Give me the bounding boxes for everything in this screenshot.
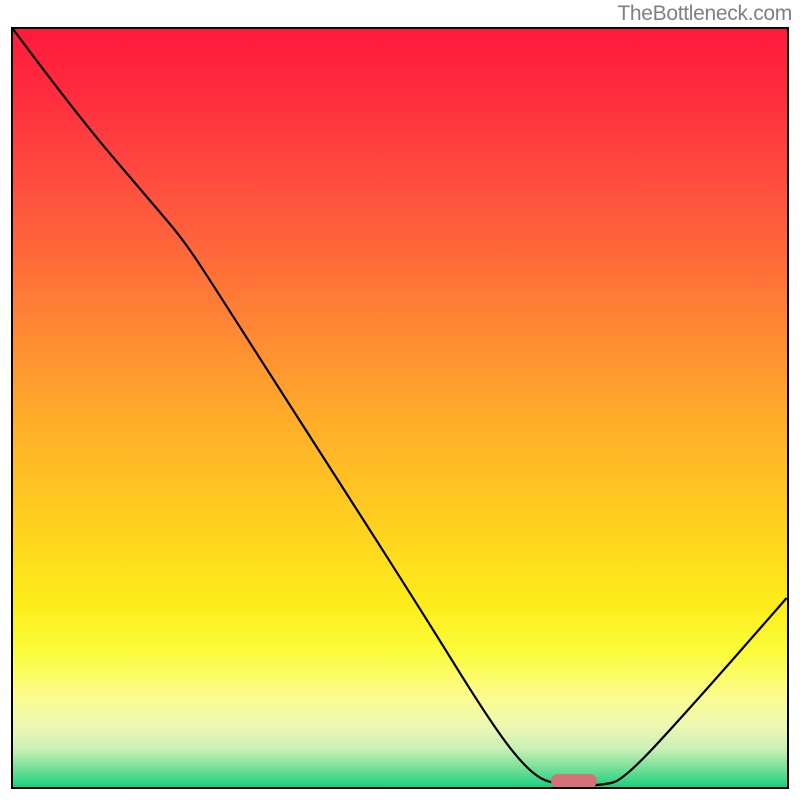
chart-container (11, 27, 789, 789)
optimal-marker (551, 774, 597, 788)
watermark-text: TheBottleneck.com (617, 2, 792, 26)
bottleneck-curve (13, 29, 787, 787)
